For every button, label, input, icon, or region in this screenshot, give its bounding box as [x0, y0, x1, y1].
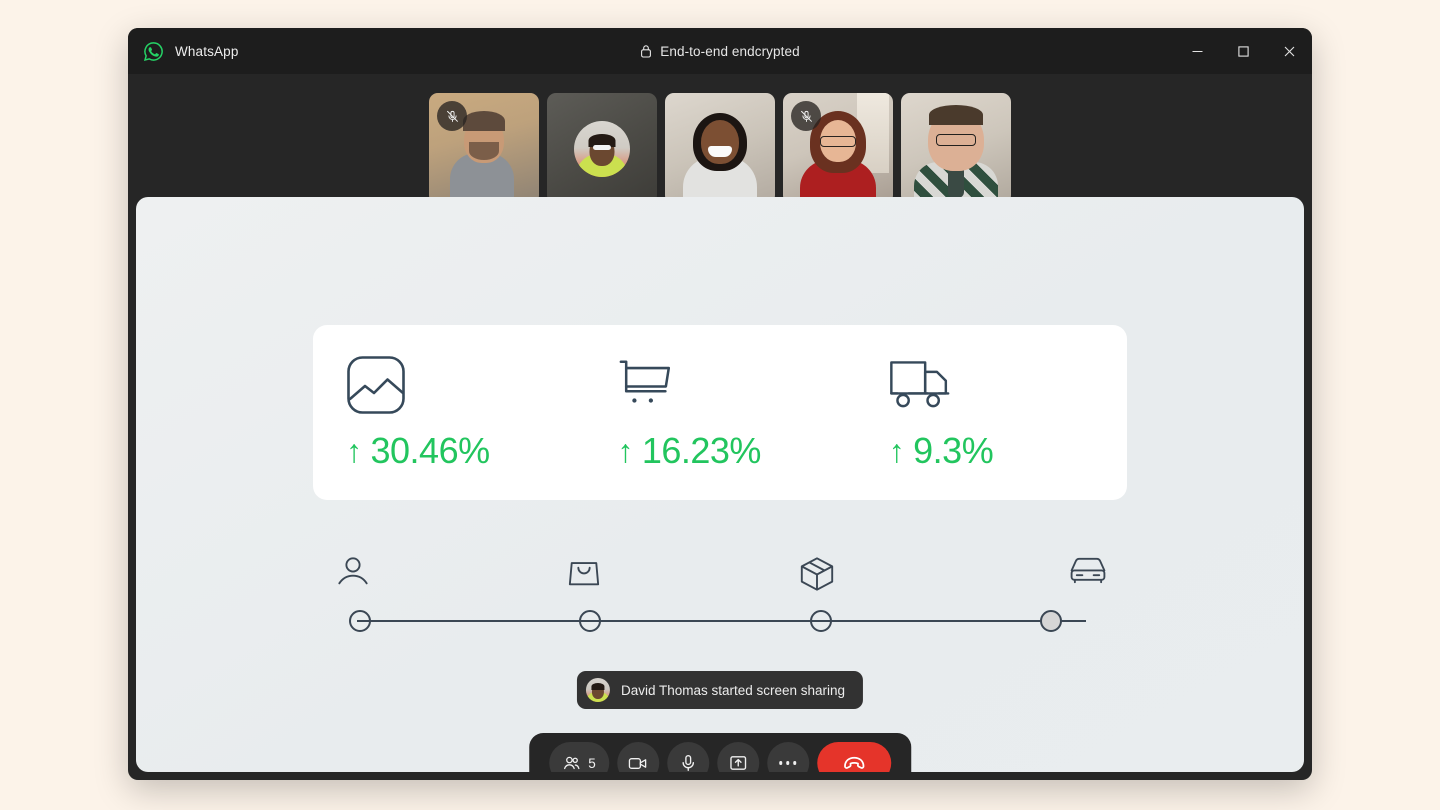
metric-value: ↑ 9.3% [889, 430, 1127, 472]
microphone-button[interactable] [666, 742, 709, 772]
metric-percent: 9.3% [913, 429, 994, 471]
participant-video [665, 93, 775, 204]
call-control-bar: 5 [529, 733, 911, 772]
participants-button[interactable]: 5 [549, 742, 609, 772]
stepper-dot[interactable] [1040, 610, 1062, 632]
metrics-card: ↑ 30.46% ↑ 16.23% ↑ 9.3% [313, 325, 1127, 500]
whatsapp-logo-icon [143, 41, 164, 62]
close-button[interactable] [1266, 28, 1312, 74]
person-icon [336, 555, 370, 589]
camera-button[interactable] [616, 742, 659, 773]
metric-item: ↑ 30.46% [313, 325, 584, 500]
whatsapp-call-window: WhatsApp End-to-end endcrypted ↑ 30.46% … [128, 28, 1312, 780]
trend-up-arrow-icon: ↑ [617, 432, 633, 469]
participant-tile[interactable] [901, 93, 1011, 204]
end-call-button[interactable] [816, 742, 891, 772]
more-options-button[interactable] [766, 742, 809, 772]
mic-muted-badge [437, 101, 467, 131]
screen-share-toast: David Thomas started screen sharing [576, 671, 864, 709]
avatar [574, 120, 630, 177]
participant-tile[interactable] [783, 93, 893, 204]
app-title: WhatsApp [175, 43, 239, 59]
participant-tile[interactable] [429, 93, 539, 204]
image-chart-icon [346, 354, 584, 416]
order-progress-stepper [338, 547, 1106, 647]
participants-count: 5 [588, 755, 596, 771]
video-camera-icon [627, 753, 648, 773]
participant-tile[interactable] [547, 93, 657, 204]
metric-value: ↑ 30.46% [346, 430, 584, 472]
encryption-label: End-to-end endcrypted [660, 43, 800, 59]
metric-percent: 30.46% [370, 429, 491, 471]
toast-message: David Thomas started screen sharing [620, 682, 846, 698]
hang-up-icon [841, 750, 867, 772]
stepper-dot[interactable] [810, 610, 832, 632]
stepper-track [357, 620, 1086, 622]
participant-tile[interactable] [665, 93, 775, 204]
stepper-icons [338, 547, 1106, 599]
window-controls [1174, 28, 1312, 74]
shopping-cart-icon [617, 354, 855, 416]
encryption-indicator: End-to-end endcrypted [128, 28, 1312, 74]
delivery-truck-icon [889, 354, 1127, 416]
metric-value: ↑ 16.23% [617, 430, 855, 472]
ellipsis-icon [779, 761, 797, 765]
share-screen-icon [728, 753, 748, 772]
trend-up-arrow-icon: ↑ [888, 432, 905, 469]
share-screen-button[interactable] [716, 742, 759, 772]
david-thomas-avatar [585, 678, 610, 702]
mic-muted-badge [791, 101, 821, 131]
metric-percent: 16.23% [641, 429, 762, 471]
minimize-button[interactable] [1174, 28, 1220, 74]
lock-icon [640, 44, 652, 58]
people-icon [562, 754, 581, 773]
participant-video [901, 93, 1011, 204]
microphone-icon [678, 753, 698, 772]
trend-up-arrow-icon: ↑ [346, 432, 362, 469]
shared-screen-area: ↑ 30.46% ↑ 16.23% ↑ 9.3% David Thomas st… [136, 197, 1304, 772]
maximize-button[interactable] [1220, 28, 1266, 74]
shopping-bag-icon [567, 555, 601, 589]
stepper-dot[interactable] [349, 610, 371, 632]
stepper-dot[interactable] [579, 610, 601, 632]
package-box-icon [798, 555, 836, 593]
car-delivery-icon [1069, 555, 1107, 585]
brand: WhatsApp [128, 41, 238, 62]
metric-item: ↑ 16.23% [584, 325, 855, 500]
metric-item: ↑ 9.3% [856, 325, 1127, 500]
title-bar: WhatsApp End-to-end endcrypted [128, 28, 1312, 74]
